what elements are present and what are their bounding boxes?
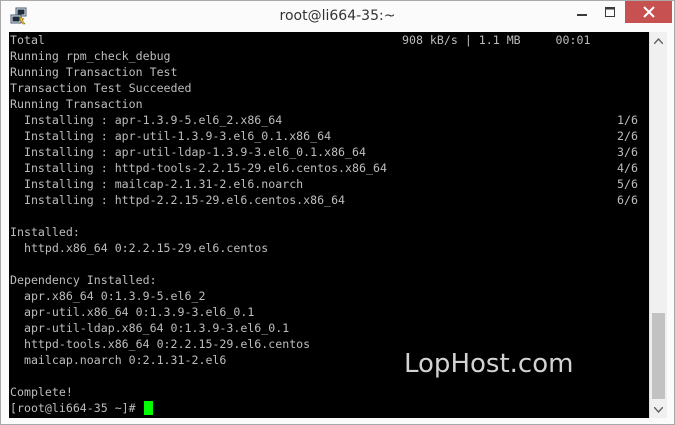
terminal-line: apr-util-ldap.x86_64 0:1.3.9-3.el6_0.1 [9,320,649,336]
terminal-line: Installing : apr-1.3.9-5.el6_2.x86_64 1/6 [9,112,649,128]
terminal-line: Installing : httpd-tools-2.2.15-29.el6.c… [9,160,649,176]
scrollbar-thumb[interactable] [652,313,665,399]
close-button[interactable] [625,1,672,23]
terminal-line-text: Total [10,33,45,47]
terminal-output[interactable]: Total 908 kB/s | 1.1 MB 00:01 Running rpm_… [9,32,649,418]
terminal-line-text: Dependency Installed: [10,273,157,287]
maximize-icon [605,7,615,17]
terminal-line-text: Installing : httpd-2.2.15-29.el6.centos.… [10,193,346,207]
terminal-line: Installing : mailcap-2.1.31-2.el6.noarch… [9,176,649,192]
scroll-down-arrow-icon [654,406,663,413]
minimize-icon [577,14,587,16]
maximize-button[interactable] [596,1,624,23]
terminal-line: Installing : apr-util-1.3.9-3.el6_0.1.x8… [9,128,649,144]
prompt-line[interactable]: [root@li664-35 ~]# [9,400,649,416]
scroll-down-button[interactable] [650,401,667,418]
terminal-line: Installed: [9,224,649,240]
terminal-line-text: Complete! [10,385,73,399]
vertical-scrollbar[interactable] [649,32,667,418]
terminal-line: Transaction Test Succeeded [9,80,649,96]
terminal-line-text: Installing : mailcap-2.1.31-2.el6.noarch [10,177,304,191]
terminal-line: httpd.x86_64 0:2.2.15-29.el6.centos [9,240,649,256]
terminal-line-text: Installing : apr-util-1.3.9-3.el6_0.1.x8… [10,129,332,143]
terminal-line-text: Transaction Test Succeeded [10,81,192,95]
terminal-line: Complete! [9,384,649,400]
watermark-text: LopHost.com [404,349,574,379]
close-icon [642,6,655,18]
terminal-line-status: 1/6 [617,113,638,127]
terminal-line: Installing : apr-util-ldap-1.3.9-3.el6_0… [9,144,649,160]
terminal-line: Total 908 kB/s | 1.1 MB 00:01 [9,32,649,48]
terminal-line-status: 5/6 [617,177,638,191]
scroll-up-button[interactable] [650,32,667,49]
shell-prompt: [root@li664-35 ~]# [10,401,143,415]
terminal-line-text: apr-util-ldap.x86_64 0:1.3.9-3.el6_0.1 [10,321,290,335]
terminal-line-status: 4/6 [617,161,638,175]
terminal-line-status: 3/6 [617,145,638,159]
scroll-up-arrow-icon [654,37,663,44]
terminal-line: apr.x86_64 0:1.3.9-5.el6_2 [9,288,649,304]
terminal-line-text: mailcap.noarch 0:2.1.31-2.el6 [10,353,227,367]
terminal-line-text: httpd-tools.x86_64 0:2.2.15-29.el6.cento… [10,337,311,351]
terminal-line-text: apr.x86_64 0:1.3.9-5.el6_2 [10,289,206,303]
putty-window: root@li664-35:~ Total 908 kB/s | 1.1 MB 0… [0,0,675,425]
terminal-line-text: Installing : apr-1.3.9-5.el6_2.x86_64 [10,113,283,127]
terminal-line: Running rpm_check_debug [9,48,649,64]
terminal-line: Running Transaction Test [9,64,649,80]
terminal-line-text: Installed: [10,225,80,239]
terminal-line: apr-util.x86_64 0:1.3.9-3.el6_0.1 [9,304,649,320]
terminal-line: Running Transaction [9,96,649,112]
terminal-line-text: Installing : apr-util-ldap-1.3.9-3.el6_0… [10,145,366,159]
terminal-line-text: Running rpm_check_debug [10,49,171,63]
text-cursor [143,401,153,415]
terminal-line-text: Installing : httpd-tools-2.2.15-29.el6.c… [10,161,387,175]
terminal-line-text: apr-util.x86_64 0:1.3.9-3.el6_0.1 [10,305,255,319]
title-bar[interactable]: root@li664-35:~ [1,1,674,31]
terminal-line-status: 6/6 [617,193,638,207]
terminal-line-status: 2/6 [617,129,638,143]
terminal-line-text: Running Transaction [10,97,143,111]
minimize-button[interactable] [568,1,596,23]
terminal-line: Installing : httpd-2.2.15-29.el6.centos.… [9,192,649,208]
terminal-line: Dependency Installed: [9,272,649,288]
terminal-line-status: 908 kB/s | 1.1 MB 00:01 [402,33,591,47]
terminal-line-text: httpd.x86_64 0:2.2.15-29.el6.centos [10,241,269,255]
terminal-line-text: Running Transaction Test [10,65,178,79]
